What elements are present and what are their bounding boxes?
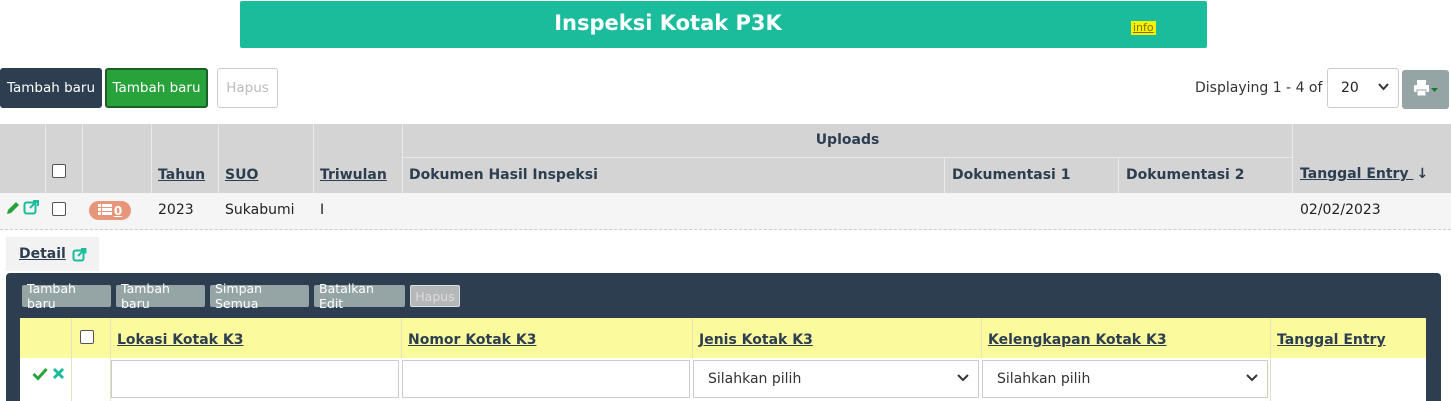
add-new-inline-button[interactable]: Tambah baru — [105, 68, 208, 108]
badge-count: 0 — [113, 203, 123, 218]
external-link-icon — [72, 247, 87, 262]
detail-select-all-checkbox[interactable] — [80, 330, 94, 344]
jenis-kotak-select[interactable]: Silahkan pilih — [693, 360, 979, 398]
save-all-button[interactable]: Simpan Semua — [210, 281, 309, 311]
column-header-nomor-kotak-k3[interactable]: Nomor Kotak K3 — [408, 332, 536, 348]
column-header-dokumen-hasil-inspeksi: Dokumen Hasil Inspeksi — [409, 167, 598, 183]
uploads-group-header: Uploads — [815, 132, 880, 148]
column-header-detail-tanggal-entry[interactable]: Tanggal Entry — [1277, 332, 1386, 348]
detail-count-badge[interactable]: 0 — [89, 201, 131, 220]
cell-tanggal-entry: 02/02/2023 — [1300, 202, 1381, 218]
detail-delete-button[interactable]: Hapus — [410, 285, 460, 307]
delete-button[interactable]: Hapus — [217, 68, 278, 108]
select-all-checkbox[interactable] — [52, 164, 66, 178]
chevron-down-icon — [1377, 80, 1390, 97]
column-header-jenis-kotak-k3[interactable]: Jenis Kotak K3 — [699, 332, 813, 348]
edit-external-icon[interactable] — [23, 199, 40, 220]
column-header-tanggal-entry[interactable]: Tanggal Entry ↓ — [1300, 166, 1428, 182]
nomor-kotak-input[interactable] — [402, 360, 690, 398]
tab-detail[interactable]: Detail — [6, 237, 99, 271]
column-header-dokumentasi-1: Dokumentasi 1 — [952, 167, 1071, 183]
lokasi-kotak-input[interactable] — [111, 360, 399, 398]
title-banner: Inspeksi Kotak P3K info — [240, 1, 1207, 48]
column-header-dokumentasi-2: Dokumentasi 2 — [1126, 167, 1245, 183]
detail-add-new-button[interactable]: Tambah baru — [22, 281, 111, 311]
chevron-down-icon — [956, 370, 970, 388]
row-checkbox[interactable] — [52, 202, 66, 216]
sort-desc-icon: ↓ — [1416, 166, 1429, 182]
page-size-value: 20 — [1341, 80, 1359, 96]
column-header-tahun[interactable]: Tahun — [158, 167, 205, 183]
column-header-tanggal-entry-label: Tanggal Entry — [1300, 166, 1409, 182]
print-icon — [1413, 79, 1439, 101]
column-header-kelengkapan-kotak-k3[interactable]: Kelengkapan Kotak K3 — [988, 332, 1167, 348]
pagination-info: Displaying 1 - 4 of 4 — [1195, 80, 1336, 96]
cancel-edit-button[interactable]: Batalkan Edit — [314, 281, 405, 311]
cancel-icon[interactable] — [52, 367, 65, 384]
add-new-button[interactable]: Tambah baru — [0, 68, 102, 108]
column-header-triwulan[interactable]: Triwulan — [320, 167, 387, 183]
kelengkapan-kotak-select-value: Silahkan pilih — [997, 371, 1091, 387]
info-link[interactable]: info — [1131, 21, 1156, 35]
kelengkapan-kotak-select[interactable]: Silahkan pilih — [982, 360, 1268, 398]
jenis-kotak-select-value: Silahkan pilih — [708, 371, 802, 387]
check-icon[interactable] — [32, 367, 48, 385]
page-title: Inspeksi Kotak P3K — [554, 11, 782, 35]
page-size-select[interactable]: 20 — [1327, 68, 1399, 108]
detail-add-new-inline-button[interactable]: Tambah baru — [116, 281, 205, 311]
chevron-down-icon — [1245, 370, 1259, 388]
cell-triwulan: I — [320, 202, 325, 218]
print-button[interactable] — [1402, 70, 1449, 109]
list-icon — [97, 203, 112, 218]
column-header-suo[interactable]: SUO — [225, 167, 258, 183]
tab-detail-label: Detail — [19, 246, 66, 262]
cell-suo: Sukabumi — [225, 202, 295, 218]
table-row[interactable] — [0, 193, 1451, 230]
column-header-lokasi-kotak-k3[interactable]: Lokasi Kotak K3 — [117, 332, 243, 348]
pencil-icon[interactable] — [5, 200, 21, 220]
cell-tahun: 2023 — [158, 202, 194, 218]
